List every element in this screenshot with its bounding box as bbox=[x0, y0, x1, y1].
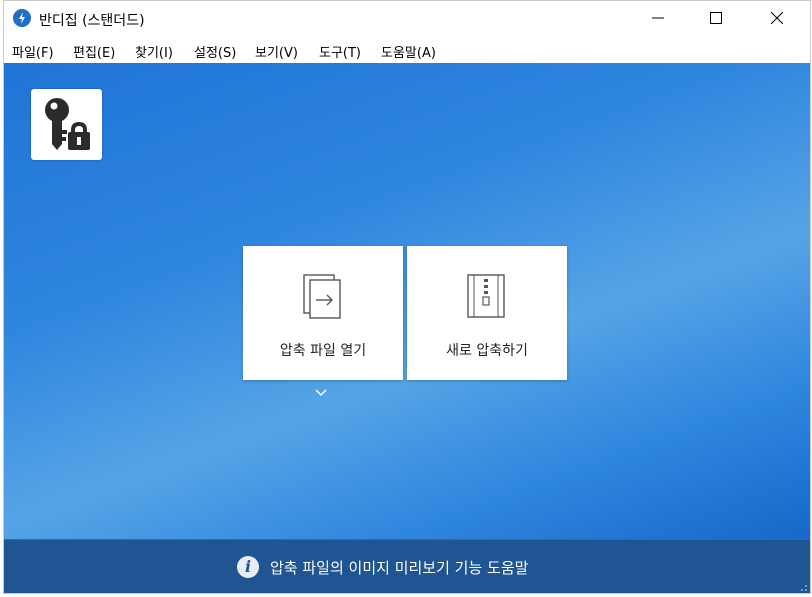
minimize-button[interactable] bbox=[635, 1, 681, 36]
password-manager-button[interactable] bbox=[31, 89, 102, 160]
close-button[interactable] bbox=[754, 1, 800, 36]
info-icon: i bbox=[237, 556, 259, 578]
open-archive-button[interactable]: 압축 파일 열기 bbox=[243, 246, 403, 380]
resize-grip-icon[interactable] bbox=[798, 582, 808, 592]
close-icon bbox=[771, 12, 783, 24]
main-content: 압축 파일 열기 새로 압축하기 bbox=[4, 63, 810, 539]
menu-tools[interactable]: 도구(T) bbox=[319, 42, 361, 61]
menu-view[interactable]: 보기(V) bbox=[255, 42, 298, 61]
menu-bar: 파일(F) 편집(E) 찾기(I) 설정(S) 보기(V) 도구(T) 도움말(… bbox=[4, 38, 810, 62]
minimize-icon bbox=[652, 17, 664, 19]
maximize-button[interactable] bbox=[693, 1, 739, 36]
app-window: 반디집 (스탠더드) 파일(F) 편집(E) 찾기(I) 설정(S) 보기(V)… bbox=[3, 0, 811, 594]
open-archive-icon bbox=[303, 274, 341, 319]
footer-bar: i 압축 파일의 이미지 미리보기 기능 도움말 bbox=[4, 539, 810, 593]
chevron-down-icon[interactable] bbox=[314, 388, 328, 397]
help-link[interactable]: 압축 파일의 이미지 미리보기 기능 도움말 bbox=[270, 557, 528, 578]
key-lock-icon bbox=[45, 98, 90, 150]
window-title: 반디집 (스탠더드) bbox=[39, 13, 145, 29]
new-archive-button[interactable]: 새로 압축하기 bbox=[407, 246, 567, 380]
zip-archive-icon bbox=[467, 274, 505, 318]
menu-file[interactable]: 파일(F) bbox=[12, 42, 54, 61]
menu-edit[interactable]: 편집(E) bbox=[73, 42, 115, 61]
new-archive-label: 새로 압축하기 bbox=[446, 343, 528, 359]
title-bar: 반디집 (스탠더드) bbox=[4, 1, 810, 36]
open-archive-label: 압축 파일 열기 bbox=[279, 343, 367, 359]
menu-settings[interactable]: 설정(S) bbox=[194, 42, 236, 61]
maximize-icon bbox=[710, 12, 722, 24]
menu-help[interactable]: 도움말(A) bbox=[381, 42, 436, 61]
menu-find[interactable]: 찾기(I) bbox=[135, 42, 173, 61]
bandizip-app-icon bbox=[13, 9, 31, 27]
